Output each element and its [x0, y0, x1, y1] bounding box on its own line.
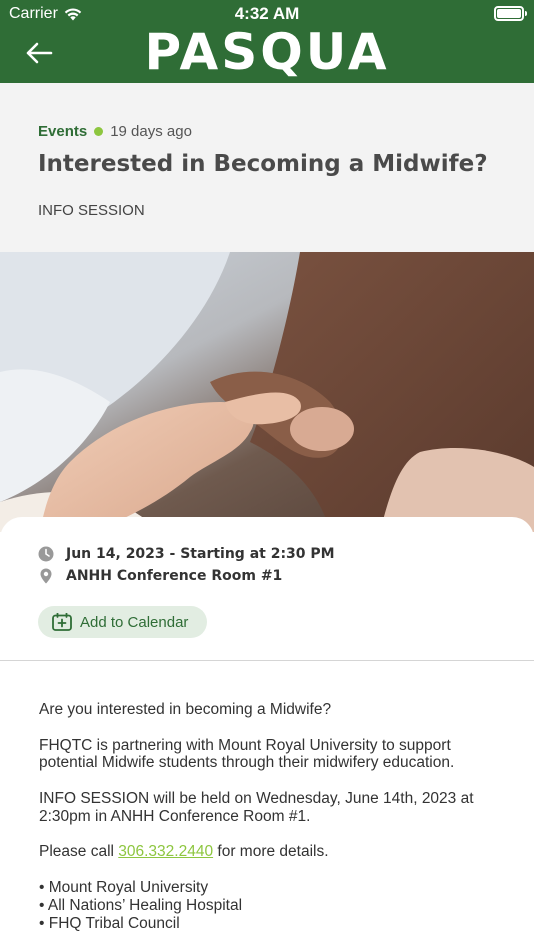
phone-link[interactable]: 306.332.2440	[118, 843, 213, 860]
baby-hand-photo-image	[0, 252, 534, 532]
event-description: Are you interested in becoming a Midwife…	[39, 701, 499, 932]
category-dot-icon	[94, 127, 104, 136]
contact-prefix: Please call	[39, 843, 119, 861]
category-label[interactable]: Events	[38, 123, 87, 140]
battery-icon	[494, 6, 527, 21]
app-header: Carrier 4:32 AM PASQUA	[0, 0, 534, 83]
description-paragraph: FHQTC is partnering with Mount Royal Uni…	[39, 736, 455, 772]
list-item: • All Nations’ Healing Hospital	[39, 896, 243, 914]
list-item: • FHQ Tribal Council	[39, 914, 180, 932]
event-location-row: ANHH Conference Room #1	[38, 568, 282, 584]
event-location: ANHH Conference Room #1	[66, 568, 283, 584]
back-arrow-icon[interactable]	[24, 40, 54, 66]
event-details-card: Jun 14, 2023 - Starting at 2:30 PM ANHH …	[0, 517, 534, 950]
post-meta: Events 19 days ago	[38, 123, 192, 140]
post-subtitle: INFO SESSION	[38, 202, 145, 219]
event-datetime: Jun 14, 2023 - Starting at 2:30 PM	[66, 546, 335, 562]
partner-list: • Mount Royal University • All Nations’ …	[39, 879, 499, 932]
post-title: Interested in Becoming a Midwife?	[38, 151, 488, 177]
description-contact-paragraph: Please call 306.332.2440 for more detail…	[39, 843, 499, 861]
post-age: 19 days ago	[110, 123, 192, 140]
add-to-calendar-button[interactable]: Add to Calendar	[38, 606, 207, 638]
event-datetime-row: Jun 14, 2023 - Starting at 2:30 PM	[38, 546, 335, 562]
status-time: 4:32 AM	[234, 4, 300, 23]
clock-icon	[38, 546, 54, 562]
contact-suffix: for more details.	[213, 843, 329, 861]
description-paragraph: INFO SESSION will be held on Wednesday, …	[39, 789, 474, 825]
description-paragraph: Are you interested in becoming a Midwife…	[39, 701, 332, 718]
section-divider	[0, 660, 534, 661]
calendar-add-icon	[52, 613, 72, 631]
event-photo	[0, 252, 534, 532]
pasqua-logo: PASQUA	[144, 23, 390, 81]
post-header: Events 19 days ago Interested in Becomin…	[0, 83, 534, 252]
map-pin-icon	[40, 568, 52, 584]
add-to-calendar-label: Add to Calendar	[80, 613, 189, 631]
list-item: • Mount Royal University	[39, 878, 209, 896]
